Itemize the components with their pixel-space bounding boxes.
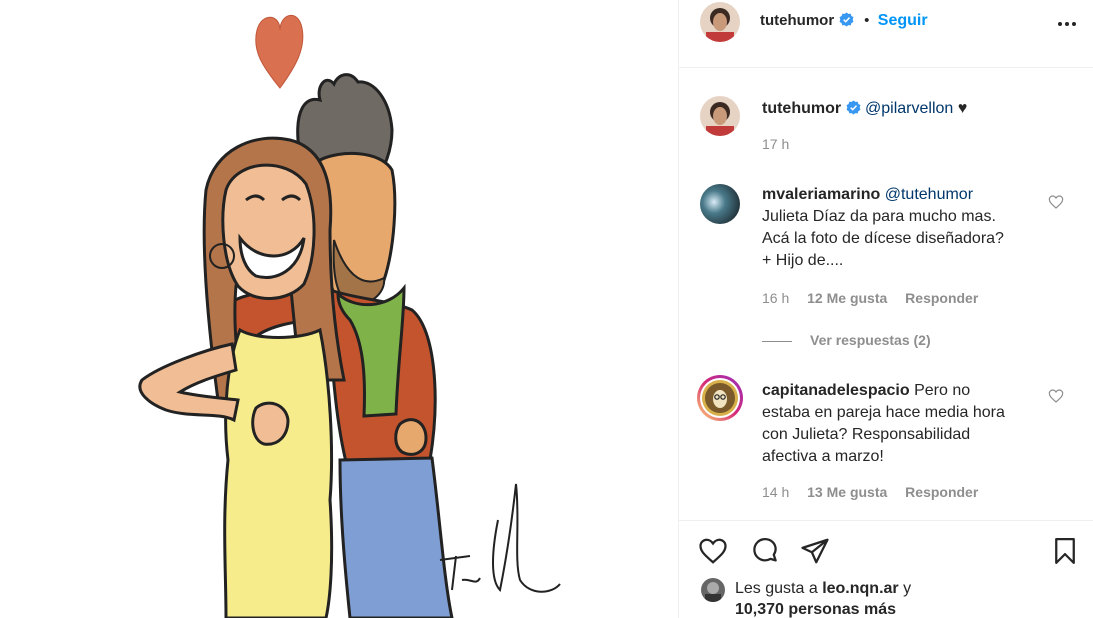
comment-mention[interactable]: @tutehumor xyxy=(885,186,973,203)
heart-icon[interactable] xyxy=(697,535,729,567)
post-header: tutehumor • Seguir xyxy=(679,0,1093,68)
caption-avatar[interactable] xyxy=(700,96,740,136)
comment-avatar[interactable] xyxy=(696,374,744,422)
more-options-icon[interactable] xyxy=(1055,12,1079,36)
replies-divider xyxy=(762,340,792,342)
caption-mention[interactable]: @pilarvellon xyxy=(865,100,953,117)
post-image[interactable] xyxy=(0,0,678,618)
author-username[interactable]: tutehumor xyxy=(760,12,834,29)
comment-avatar[interactable] xyxy=(700,184,740,224)
comment-meta: 16 h 12 Me gusta Responder xyxy=(762,290,992,306)
caption-text: tutehumor @pilarvellon ♥ xyxy=(762,98,1047,120)
author-avatar[interactable] xyxy=(700,2,740,42)
bookmark-icon[interactable] xyxy=(1049,535,1081,567)
comment-line: + Hijo de.... xyxy=(762,252,844,269)
comments-list[interactable]: tutehumor @pilarvellon ♥ 17 h mvaleriama… xyxy=(679,68,1093,520)
caption-emoji: ♥ xyxy=(957,100,968,117)
reply-button[interactable]: Responder xyxy=(905,290,978,306)
verified-icon xyxy=(846,100,860,115)
comment-time[interactable]: 14 h xyxy=(762,484,789,500)
verified-icon xyxy=(839,12,854,27)
header-row: tutehumor • Seguir xyxy=(760,12,928,30)
comment-icon[interactable] xyxy=(749,535,781,567)
comment-username[interactable]: mvaleriamarino xyxy=(762,186,880,203)
signature-mark xyxy=(439,483,561,593)
post-side-panel: tutehumor • Seguir tutehumor @pilarvello… xyxy=(678,0,1093,618)
comment-line: Julieta Díaz da para mucho mas. xyxy=(762,208,996,225)
likes-count[interactable]: 10,370 personas más xyxy=(735,599,896,618)
post-actions-bar xyxy=(679,520,1093,580)
caption-username[interactable]: tutehumor xyxy=(762,100,841,117)
likes-prefix: Les gusta a xyxy=(735,580,818,597)
comment-time[interactable]: 16 h xyxy=(762,290,789,306)
share-icon[interactable] xyxy=(799,535,831,567)
comment-text: mvaleriamarino @tutehumor Julieta Díaz d… xyxy=(762,184,1047,272)
likes-connector: y xyxy=(903,580,912,597)
reply-button[interactable]: Responder xyxy=(905,484,978,500)
comment-meta: 14 h 13 Me gusta Responder xyxy=(762,484,992,500)
likes-line-1: Les gusta a leo.nqn.ar y xyxy=(735,578,911,599)
comment-line: Pero no xyxy=(914,382,971,399)
comment-username[interactable]: capitanadelespacio xyxy=(762,382,910,399)
couple-illustration xyxy=(138,15,561,618)
caption-meta: 17 h xyxy=(762,136,803,152)
liker-username[interactable]: leo.nqn.ar xyxy=(822,580,898,597)
comment-like-heart-icon[interactable] xyxy=(1048,194,1064,210)
comment-line: con Julieta? Responsabilidad xyxy=(762,426,971,443)
header-separator: • xyxy=(864,12,870,29)
comment-likes[interactable]: 13 Me gusta xyxy=(807,484,887,500)
caption-time[interactable]: 17 h xyxy=(762,136,789,152)
comment-likes[interactable]: 12 Me gusta xyxy=(807,290,887,306)
comment-line: Acá la foto de dícese diseñadora? xyxy=(762,230,1004,247)
comment-line: afectiva a marzo! xyxy=(762,448,884,465)
view-replies-button[interactable]: Ver respuestas (2) xyxy=(762,332,931,348)
view-replies-label[interactable]: Ver respuestas (2) xyxy=(810,332,931,348)
comment-line: estaba en pareja hace media hora xyxy=(762,404,1005,421)
comment-like-heart-icon[interactable] xyxy=(1048,388,1064,404)
follow-button[interactable]: Seguir xyxy=(878,12,928,29)
comment-text: capitanadelespacio Pero no estaba en par… xyxy=(762,380,1047,468)
liker-avatar[interactable] xyxy=(701,578,725,602)
